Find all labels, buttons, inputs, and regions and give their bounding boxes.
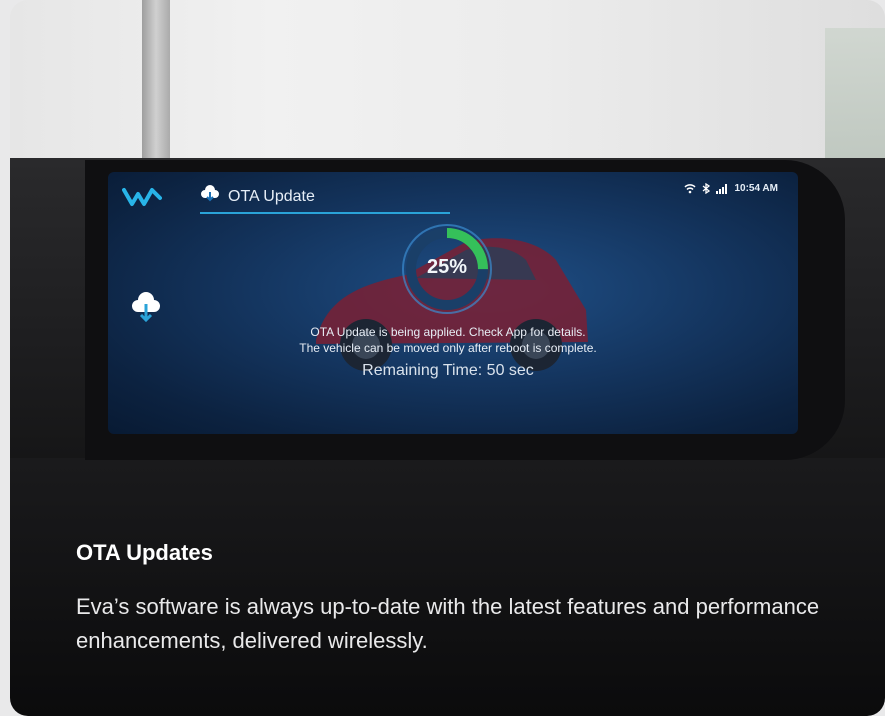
cloud-icon: [201, 185, 219, 202]
remaining-time: Remaining Time: 50 sec: [362, 362, 534, 379]
progress-percent: 25%: [426, 256, 468, 278]
feature-card: OTA Update 10:54 AM 25% OTA Update is be…: [10, 0, 885, 716]
infotainment-screen: OTA Update 10:54 AM 25% OTA Update is be…: [108, 172, 798, 434]
feature-title: OTA Updates: [76, 540, 213, 565]
cloud-download-icon[interactable]: [130, 292, 162, 322]
tab-ota-update[interactable]: OTA Update: [200, 182, 450, 214]
status-time: 10:54 AM: [734, 183, 778, 194]
background-pillar: [142, 0, 170, 175]
update-message: OTA Update is being applied. Check App f…: [108, 324, 788, 356]
wifi-icon: [684, 183, 696, 193]
update-message-line2: The vehicle can be moved only after rebo…: [299, 341, 597, 355]
feature-description: Eva’s software is always up-to-date with…: [76, 594, 820, 653]
tab-label: OTA Update: [228, 188, 315, 205]
brand-logo-icon: [122, 188, 162, 206]
signal-icon: [716, 183, 728, 194]
status-bar: 10:54 AM: [684, 183, 778, 194]
bluetooth-icon: [703, 183, 711, 194]
update-message-line1: OTA Update is being applied. Check App f…: [310, 325, 586, 339]
